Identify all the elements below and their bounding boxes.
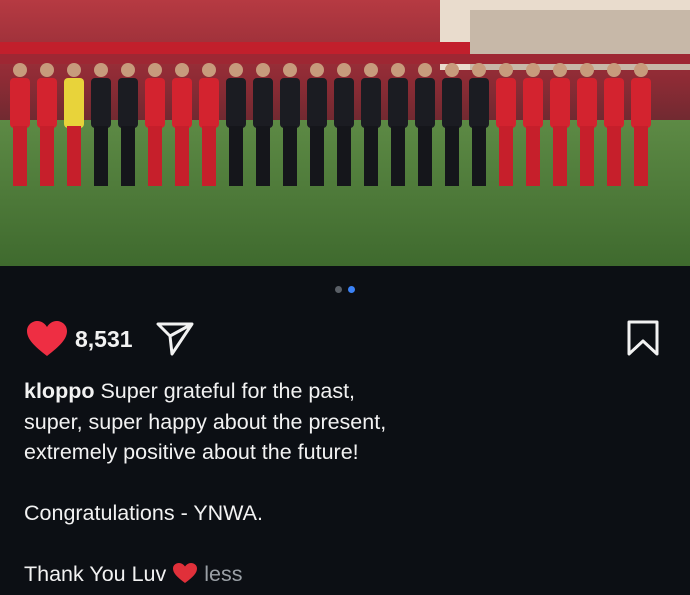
- caption-line: extremely positive about the future!: [24, 440, 359, 464]
- caption-text: Super grateful for the past,: [100, 379, 356, 403]
- caption-line: kloppo Super grateful for the past,: [24, 376, 664, 407]
- less-link[interactable]: less: [204, 562, 242, 586]
- player-silhouette: [91, 63, 111, 186]
- player-silhouette: [307, 63, 327, 186]
- player-silhouette: [253, 63, 273, 186]
- player-silhouette: [10, 63, 30, 186]
- player-silhouette: [550, 63, 570, 186]
- player-silhouette: [415, 63, 435, 186]
- red-heart-emoji-icon: [173, 563, 198, 583]
- caption-text: Thank You Luv: [24, 562, 167, 586]
- carousel-dot[interactable]: [335, 286, 342, 293]
- player-silhouette: [496, 63, 516, 186]
- bookmark-icon[interactable]: [626, 320, 660, 356]
- player-silhouette: [388, 63, 408, 186]
- username[interactable]: kloppo: [24, 379, 94, 403]
- heart-icon[interactable]: [26, 320, 68, 358]
- post-photo[interactable]: [0, 0, 690, 266]
- caption-line: Thank You Luv less: [24, 559, 664, 590]
- caption-line: Congratulations - YNWA.: [24, 501, 263, 525]
- player-silhouette: [172, 63, 192, 186]
- player-silhouette: [145, 63, 165, 186]
- player-silhouette: [631, 63, 651, 186]
- player-silhouette: [334, 63, 354, 186]
- player-silhouette: [37, 63, 57, 186]
- player-silhouette: [442, 63, 462, 186]
- player-silhouette: [361, 63, 381, 186]
- send-icon[interactable]: [156, 320, 194, 356]
- player-silhouette: [280, 63, 300, 186]
- carousel-indicator: [0, 286, 690, 296]
- player-silhouette: [577, 63, 597, 186]
- player-silhouette: [523, 63, 543, 186]
- player-silhouette: [199, 63, 219, 186]
- carousel-dot-active[interactable]: [348, 286, 355, 293]
- player-silhouette: [604, 63, 624, 186]
- caption-line: super, super happy about the present,: [24, 409, 387, 434]
- player-silhouette: [118, 63, 138, 186]
- player-silhouette: [64, 63, 84, 186]
- player-silhouette: [469, 63, 489, 186]
- post-actions: 8,531: [0, 318, 690, 362]
- player-silhouette: [226, 63, 246, 186]
- post-caption: kloppo Super grateful for the past, supe…: [24, 376, 664, 590]
- like-count[interactable]: 8,531: [75, 326, 133, 353]
